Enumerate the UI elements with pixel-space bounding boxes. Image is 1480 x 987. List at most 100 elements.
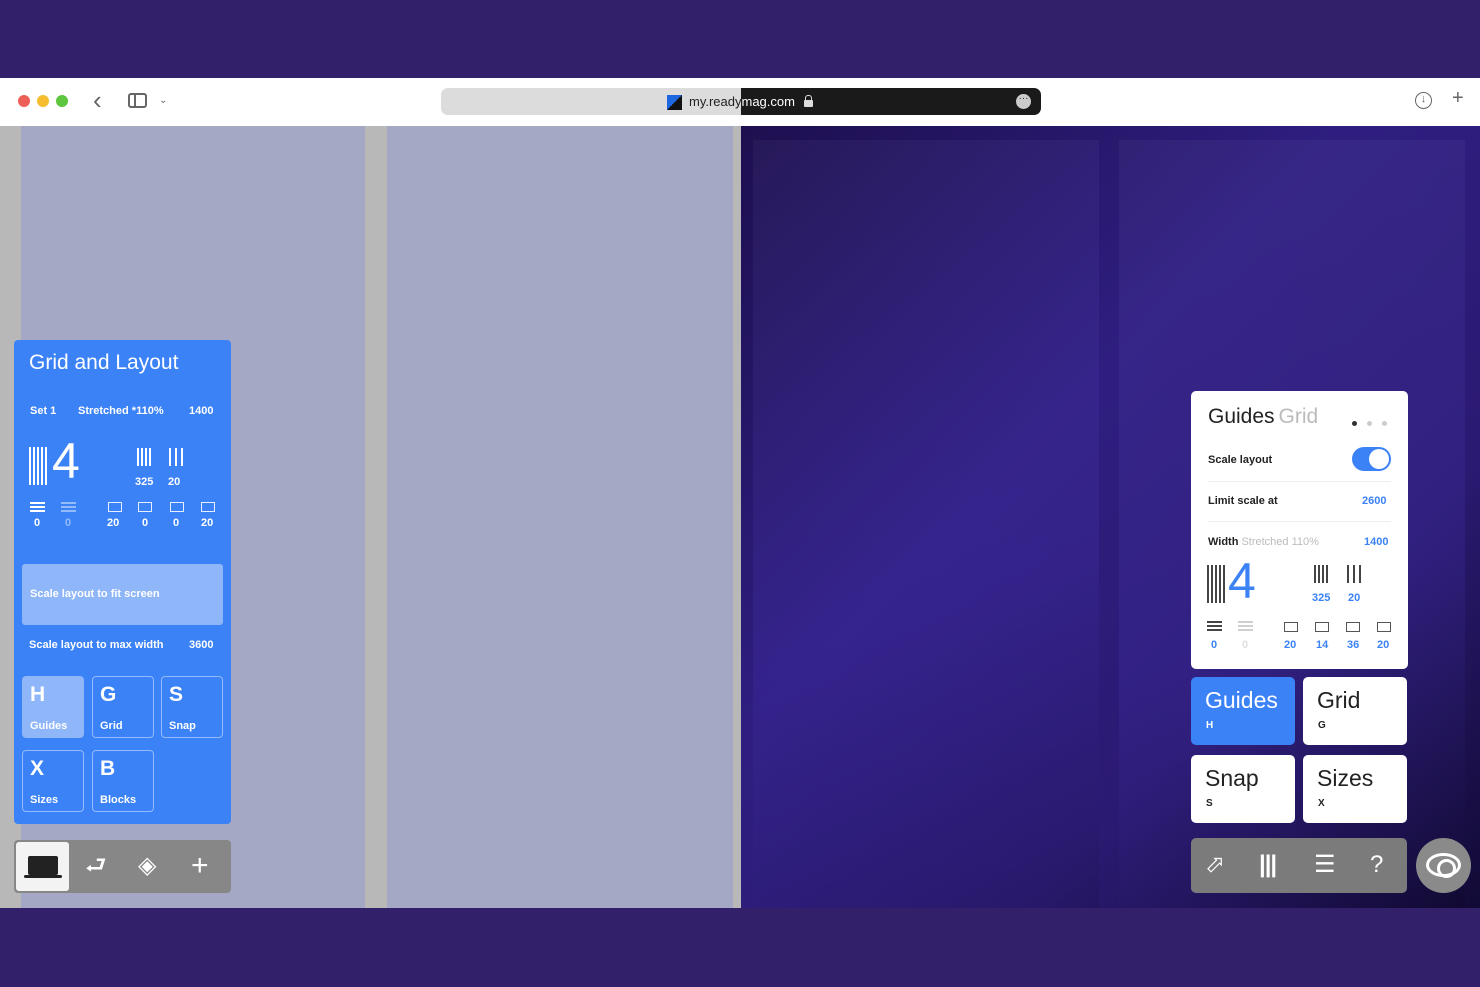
columns-toggle-icon[interactable]: |||: [1259, 850, 1277, 880]
grid-column: [387, 126, 733, 908]
eye-icon: [1426, 853, 1461, 878]
row-value[interactable]: 0: [173, 517, 179, 529]
row-value[interactable]: 0: [65, 517, 71, 529]
grid-key-button[interactable]: G Grid: [92, 676, 154, 738]
gutter-value[interactable]: 20: [168, 476, 180, 488]
row-value[interactable]: 20: [1284, 639, 1296, 651]
column-width-icon: [137, 448, 151, 466]
columns-count[interactable]: 4: [52, 436, 80, 486]
limit-scale-label: Limit scale at: [1208, 495, 1278, 507]
site-favicon-icon: [667, 95, 682, 110]
key-label: Blocks: [100, 794, 137, 806]
preview-canvas: Guides Grid Scale layout Limit scale at 2…: [741, 126, 1480, 908]
sizes-button[interactable]: Sizes X: [1303, 755, 1407, 823]
row-value[interactable]: 0: [1242, 639, 1248, 651]
row-value[interactable]: 0: [1211, 639, 1217, 651]
guides-panel-title: Guides Grid: [1208, 405, 1318, 429]
columns-count[interactable]: 4: [1228, 556, 1256, 606]
tab-guides[interactable]: Guides: [1208, 405, 1275, 428]
snap-key-button[interactable]: S Snap: [161, 676, 223, 738]
preview-toolbar: ⬀ ||| ☰ ?: [1191, 838, 1407, 893]
width-value[interactable]: 1400: [1364, 536, 1388, 548]
width-note: Stretched 110%: [1241, 536, 1319, 548]
scale-fit-label: Scale layout to fit screen: [30, 588, 160, 600]
add-icon[interactable]: +: [191, 851, 209, 881]
help-icon[interactable]: ?: [1370, 850, 1383, 880]
hotkey-label: S: [1206, 798, 1213, 809]
sizes-key-button[interactable]: X Sizes: [22, 750, 84, 812]
margin-right-icon: [201, 502, 215, 512]
row-value[interactable]: 20: [107, 517, 119, 529]
preview-eye-button[interactable]: [1416, 838, 1471, 893]
row-value[interactable]: 36: [1347, 639, 1359, 651]
panel-title: Grid and Layout: [29, 351, 179, 374]
rows-toggle-icon[interactable]: ☰: [1314, 850, 1336, 880]
guides-panel: Guides Grid Scale layout Limit scale at 2…: [1191, 391, 1408, 669]
rows-icon: [1207, 621, 1222, 631]
gutter-icon: [169, 448, 183, 466]
address-bar[interactable]: my.readymag.com ···: [441, 88, 1041, 115]
scale-max-value[interactable]: 3600: [189, 639, 213, 651]
margin-bottom-icon: [170, 502, 184, 512]
key-label: Snap: [169, 720, 196, 732]
download-icon[interactable]: ↓: [1415, 92, 1432, 109]
margin-left-icon: [1284, 622, 1298, 632]
margin-top-icon: [138, 502, 152, 512]
layers-icon[interactable]: ◈: [138, 852, 156, 880]
button-label: Sizes: [1317, 765, 1374, 791]
row-value[interactable]: 14: [1316, 639, 1328, 651]
editor-canvas: Grid and Layout Set 1 Stretched *110% 14…: [0, 126, 741, 908]
divider: [1208, 481, 1391, 482]
rows-dim-icon: [1238, 621, 1253, 631]
url-text: my.readymag.com: [689, 94, 795, 109]
url-text-part2: mag.com: [741, 94, 795, 109]
close-window-button[interactable]: [18, 95, 30, 107]
laptop-view-button[interactable]: [16, 842, 69, 891]
row-value[interactable]: 20: [1377, 639, 1389, 651]
row-value[interactable]: 20: [201, 517, 213, 529]
button-label: Grid: [1317, 687, 1361, 713]
button-label: Guides: [1205, 687, 1278, 713]
key-letter: S: [169, 683, 184, 706]
more-options-icon[interactable]: ···: [1016, 94, 1031, 109]
layout-width-value[interactable]: 1400: [189, 405, 213, 417]
column-width-value[interactable]: 325: [1312, 592, 1330, 604]
grid-column: [753, 140, 1099, 908]
page-dots[interactable]: [1352, 421, 1387, 426]
gutter-value[interactable]: 20: [1348, 592, 1360, 604]
link-icon[interactable]: ⮐: [85, 852, 107, 880]
scale-layout-toggle[interactable]: [1352, 447, 1391, 471]
guides-button[interactable]: Guides H: [1191, 677, 1295, 745]
cursor-icon[interactable]: ⬀: [1205, 850, 1225, 880]
browser-titlebar: ‹ ⌄ my.readymag.com ··· ↓ +: [0, 78, 1480, 126]
snap-button[interactable]: Snap S: [1191, 755, 1295, 823]
grid-layout-panel: Grid and Layout Set 1 Stretched *110% 14…: [14, 340, 231, 824]
new-tab-icon[interactable]: +: [1452, 88, 1464, 108]
set-label[interactable]: Set 1: [30, 405, 56, 417]
limit-scale-value[interactable]: 2600: [1362, 495, 1386, 507]
sidebar-toggle-icon[interactable]: [128, 93, 147, 108]
hotkey-label: H: [1206, 720, 1214, 731]
back-arrow-icon[interactable]: ‹: [93, 87, 102, 113]
key-letter: B: [100, 757, 116, 780]
scale-fit-button[interactable]: Scale layout to fit screen: [22, 564, 223, 625]
laptop-base: [24, 875, 62, 878]
width-label-text: Width: [1208, 536, 1239, 548]
margin-top-icon: [1315, 622, 1329, 632]
row-value[interactable]: 0: [34, 517, 40, 529]
guides-key-button[interactable]: H Guides: [22, 676, 84, 738]
column-width-value[interactable]: 325: [135, 476, 153, 488]
row-value[interactable]: 0: [142, 517, 148, 529]
blocks-key-button[interactable]: B Blocks: [92, 750, 154, 812]
stretched-label[interactable]: Stretched *110%: [78, 405, 164, 417]
gutter-icon: [1347, 565, 1361, 583]
url-text-part1: my.ready: [689, 94, 742, 109]
maximize-window-button[interactable]: [56, 95, 68, 107]
margin-right-icon: [1377, 622, 1391, 632]
chevron-down-icon[interactable]: ⌄: [159, 93, 167, 109]
tab-grid[interactable]: Grid: [1279, 405, 1319, 428]
grid-button[interactable]: Grid G: [1303, 677, 1407, 745]
button-label: Snap: [1205, 765, 1259, 791]
minimize-window-button[interactable]: [37, 95, 49, 107]
margin-left-icon: [108, 502, 122, 512]
